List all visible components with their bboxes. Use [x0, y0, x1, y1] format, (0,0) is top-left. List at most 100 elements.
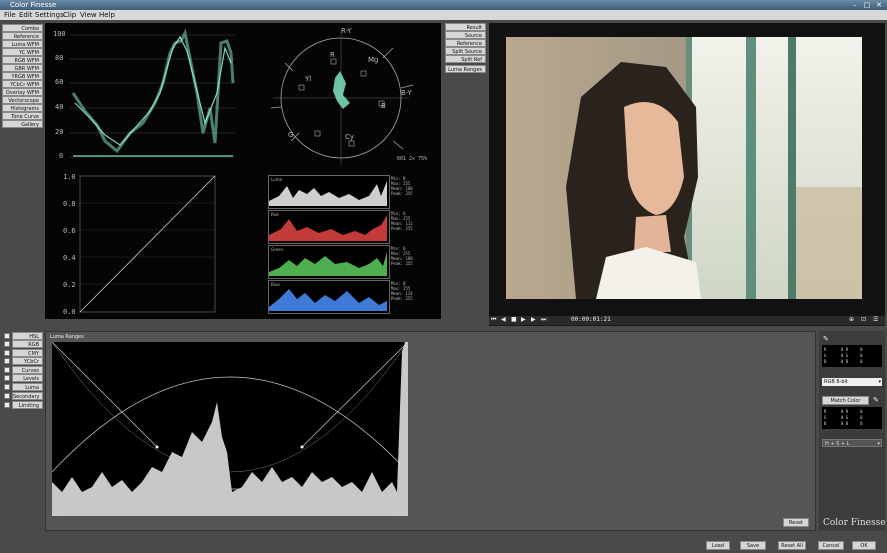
hsl-enable-checkbox[interactable] — [4, 333, 10, 339]
reset-button[interactable]: Reset — [783, 518, 809, 527]
tone-tick-0-8: 0.8 — [63, 200, 76, 208]
menu-bar: File Edit Settings Clip View Help — [0, 10, 887, 20]
title-bar: Color Finesse – □ ✕ — [0, 0, 887, 10]
vector-target-r: R — [330, 51, 335, 59]
view-button-reference[interactable]: Reference — [445, 39, 486, 47]
menu-settings[interactable]: Settings — [35, 10, 64, 20]
scope-button-rgb-wfm[interactable]: RGB WFM — [2, 56, 43, 64]
tab-hsl[interactable]: HSL — [12, 332, 43, 340]
match-mode-select[interactable]: H + S + L ▾ — [822, 439, 882, 447]
tab-cmy[interactable]: CMY — [12, 349, 43, 357]
scope-button-luma-wfm[interactable]: Luma WFM — [2, 40, 43, 48]
menu-clip[interactable]: Clip — [63, 10, 76, 20]
match-eyedropper-icon[interactable]: ✎ — [873, 396, 879, 404]
tab-levels[interactable]: Levels — [12, 374, 43, 382]
histogram-blue-stats: Min: 0 Max: 255 Mean: 124 Peak: 255 — [391, 281, 413, 301]
scope-button-tone-curve[interactable]: Tone Curve — [2, 112, 43, 120]
scope-button-yrgb-wfm[interactable]: YRGB WFM — [2, 72, 43, 80]
chevron-down-icon: ▾ — [878, 379, 881, 385]
fit-icon[interactable]: ⊡ — [861, 316, 866, 323]
wfm-tick-80: 80 — [55, 54, 64, 62]
close-icon[interactable]: ✕ — [874, 1, 884, 9]
zoom-icon[interactable]: ⊕ — [849, 316, 854, 323]
secondary-enable-checkbox[interactable] — [4, 393, 10, 399]
go-to-start-icon[interactable]: ⏮ — [491, 316, 496, 324]
tab-curves[interactable]: Curves — [12, 366, 43, 374]
scope-button-histograms[interactable]: Histograms — [2, 104, 43, 112]
match-mode-value: H + S + L — [825, 441, 850, 447]
tab-ycbcr[interactable]: YCbCr — [12, 357, 43, 365]
preview-image — [506, 37, 862, 299]
colorspace-value: RGB 8-bit — [824, 379, 848, 385]
rgb-enable-checkbox[interactable] — [4, 341, 10, 347]
luma-range-enable-checkbox[interactable] — [4, 384, 10, 390]
eyedropper-icon[interactable]: ✎ — [823, 335, 829, 343]
save-button[interactable]: Save — [740, 541, 766, 550]
play-icon[interactable]: ▶ — [521, 316, 526, 323]
color-tools-panel: ✎ R 0 R 0 G 0 G 0 B 0 B 0 RGB 8-bit ▾ Ma… — [819, 331, 887, 531]
tone-tick-0-0: 0.0 — [63, 308, 76, 316]
wfm-tick-60: 60 — [55, 78, 64, 86]
scope-button-reference[interactable]: Reference — [2, 32, 43, 40]
vector-target-b: B — [381, 102, 386, 110]
scope-area: 100 80 60 40 20 0 R-Y Mg B B-Y Cy G Yl R… — [45, 23, 441, 319]
brand-logo: Color Finesse 3 — [823, 518, 887, 528]
scope-button-yc-wfm[interactable]: YC WFM — [2, 48, 43, 56]
cmy-enable-checkbox[interactable] — [4, 350, 10, 356]
scope-button-ycbcr-wfm[interactable]: YCbCr WFM — [2, 80, 43, 88]
tab-secondary[interactable]: Secondary — [12, 392, 43, 400]
scope-button-vectorscope[interactable]: Vectorscope — [2, 96, 43, 104]
wfm-tick-0: 0 — [59, 152, 64, 160]
readout1-row-r: R 0 R 0 — [824, 347, 863, 352]
view-button-result[interactable]: Result — [445, 23, 486, 31]
tone-curve-graph — [79, 175, 216, 313]
limiting-enable-checkbox[interactable] — [4, 402, 10, 408]
go-to-end-icon[interactable]: ⏭ — [541, 316, 546, 324]
readout2-row-r: R 0 R 0 — [824, 409, 863, 414]
ycbcr-enable-checkbox[interactable] — [4, 358, 10, 364]
tab-luma-range[interactable]: Luma Range — [12, 383, 43, 399]
menu-edit[interactable]: Edit — [19, 10, 33, 20]
histogram-green-label: Green — [271, 247, 284, 252]
colorspace-select[interactable]: RGB 8-bit ▾ — [822, 378, 882, 386]
vector-target-b-y: B-Y — [401, 89, 412, 97]
histogram-luma-stats: Min: 0 Max: 255 Mean: 188 Peak: 255 — [391, 176, 413, 196]
stop-icon[interactable]: ■ — [511, 316, 517, 323]
scope-button-gbr-wfm[interactable]: GBR WFM — [2, 64, 43, 72]
histogram-green: Green — [268, 245, 390, 279]
wfm-tick-100: 100 — [53, 30, 66, 38]
menu-view[interactable]: View — [80, 10, 97, 20]
menu-help[interactable]: Help — [99, 10, 115, 20]
histogram-blue: Blue — [268, 280, 390, 314]
minimize-icon[interactable]: – — [850, 1, 860, 9]
view-button-split-source[interactable]: Split Source — [445, 47, 486, 55]
tab-rgb[interactable]: RGB — [12, 340, 43, 348]
step-forward-icon[interactable]: ▶ — [531, 316, 536, 323]
scope-button-gallery[interactable]: Gallery — [2, 120, 43, 128]
view-button-source[interactable]: Source — [445, 31, 486, 39]
ok-button[interactable]: OK — [852, 541, 876, 550]
menu-file[interactable]: File — [4, 10, 16, 20]
luma-ranges-title: Luma Ranges — [50, 334, 84, 340]
load-button[interactable]: Load — [706, 541, 730, 550]
readout2-row-b: B 0 B 0 — [824, 421, 863, 426]
histogram-red: Red — [268, 210, 390, 244]
maximize-icon[interactable]: □ — [862, 1, 872, 9]
scope-button-combo[interactable]: Combo — [2, 24, 43, 32]
tone-tick-1-0: 1.0 — [63, 173, 76, 181]
view-button-split-ref[interactable]: Split Ref — [445, 55, 486, 63]
step-back-icon[interactable]: ◀ — [501, 316, 506, 323]
vector-target-g: G — [288, 131, 294, 139]
readout2-row-g: G 0 G 0 — [824, 415, 863, 420]
curves-enable-checkbox[interactable] — [4, 367, 10, 373]
options-icon[interactable]: ☰ — [873, 316, 878, 323]
tab-limiting[interactable]: Limiting — [12, 401, 43, 409]
cancel-button[interactable]: Cancel — [818, 541, 844, 550]
reset-all-button[interactable]: Reset All — [778, 541, 806, 550]
levels-enable-checkbox[interactable] — [4, 375, 10, 381]
match-color-button[interactable]: Match Color — [822, 396, 869, 405]
luma-ranges-graph[interactable] — [52, 342, 408, 516]
scope-button-overlay-wfm[interactable]: Overlay WFM — [2, 88, 43, 96]
view-button-luma-ranges[interactable]: Luma Ranges — [445, 65, 486, 73]
timecode: 00:00:01:21 — [571, 316, 611, 323]
